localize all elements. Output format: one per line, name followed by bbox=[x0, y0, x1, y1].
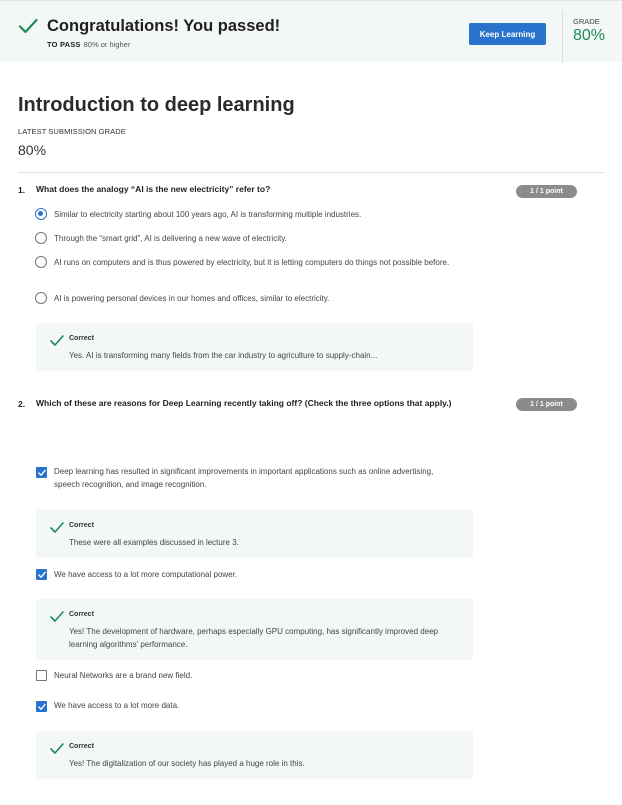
pass-title: Congratulations! You passed! bbox=[47, 17, 281, 35]
grade-box: GRADE 80% bbox=[562, 10, 622, 63]
check-icon bbox=[18, 18, 38, 34]
question-2-option-4-label: We have access to a lot more data. bbox=[54, 701, 180, 710]
question-1-option-1-radio[interactable] bbox=[35, 208, 47, 220]
feedback-label: Correct bbox=[69, 335, 94, 342]
question-1-option-3-radio[interactable] bbox=[35, 256, 47, 268]
divider bbox=[18, 172, 604, 173]
question-1-number: 1. bbox=[18, 185, 26, 195]
pass-banner: Congratulations! You passed! TO PASS 80% … bbox=[0, 0, 622, 63]
question-1-option-4-label: AI is powering personal devices in our h… bbox=[54, 294, 330, 303]
question-2-option-2-feedback: Correct Yes! The development of hardware… bbox=[36, 599, 473, 660]
question-2-number: 2. bbox=[18, 399, 26, 409]
question-2-points-badge: 1 / 1 point bbox=[516, 398, 577, 411]
keep-learning-button[interactable]: Keep Learning bbox=[469, 23, 546, 45]
check-icon bbox=[50, 522, 64, 533]
question-1-feedback: Correct Yes. AI is transforming many fie… bbox=[36, 323, 473, 371]
checkmark-icon bbox=[38, 571, 46, 578]
feedback-text: Yes! The digitalization of our society h… bbox=[69, 759, 305, 768]
check-icon bbox=[50, 335, 64, 346]
question-2-option-4-feedback: Correct Yes! The digitalization of our s… bbox=[36, 731, 473, 779]
question-2-option-3-label: Neural Networks are a brand new field. bbox=[54, 671, 193, 680]
question-1-option-3-label: AI runs on computers and is thus powered… bbox=[54, 258, 450, 267]
check-icon bbox=[50, 743, 64, 754]
to-pass-info: TO PASS 80% or higher bbox=[47, 40, 130, 49]
latest-grade-value: 80% bbox=[18, 142, 47, 158]
question-2-option-4-checkbox[interactable] bbox=[36, 701, 47, 712]
page-title: Introduction to deep learning bbox=[18, 94, 295, 116]
feedback-label: Correct bbox=[69, 611, 94, 618]
question-1-text: What does the analogy “AI is the new ele… bbox=[36, 184, 271, 194]
checkmark-icon bbox=[38, 703, 46, 710]
feedback-label: Correct bbox=[69, 522, 94, 529]
question-2-option-2-checkbox[interactable] bbox=[36, 569, 47, 580]
question-2-text: Which of these are reasons for Deep Lear… bbox=[36, 398, 452, 408]
question-1-option-4-radio[interactable] bbox=[35, 292, 47, 304]
check-icon bbox=[50, 611, 64, 622]
grade-value: 80% bbox=[573, 27, 606, 44]
to-pass-label: TO PASS bbox=[47, 40, 81, 49]
question-1-option-1-label: Similar to electricity starting about 10… bbox=[54, 210, 362, 219]
question-2-option-2-label: We have access to a lot more computation… bbox=[54, 570, 238, 579]
question-1-points-badge: 1 / 1 point bbox=[516, 185, 577, 198]
question-1-option-2-label: Through the “smart grid”, AI is deliveri… bbox=[54, 234, 287, 243]
to-pass-value: 80% or higher bbox=[83, 40, 131, 49]
question-1-option-2-radio[interactable] bbox=[35, 232, 47, 244]
latest-grade-label: LATEST SUBMISSION GRADE bbox=[18, 127, 126, 136]
question-2-option-1-checkbox[interactable] bbox=[36, 467, 47, 478]
question-2-option-1-feedback: Correct These were all examples discusse… bbox=[36, 510, 473, 558]
question-2-option-1-label: Deep learning has resulted in significan… bbox=[54, 467, 434, 489]
grade-label: GRADE bbox=[573, 17, 600, 26]
feedback-label: Correct bbox=[69, 743, 94, 750]
feedback-text: These were all examples discussed in lec… bbox=[69, 538, 239, 547]
feedback-text: Yes. AI is transforming many fields from… bbox=[69, 351, 378, 360]
feedback-text: Yes! The development of hardware, perhap… bbox=[69, 627, 439, 649]
checkmark-icon bbox=[38, 469, 46, 476]
question-2-option-3-checkbox[interactable] bbox=[36, 670, 47, 681]
